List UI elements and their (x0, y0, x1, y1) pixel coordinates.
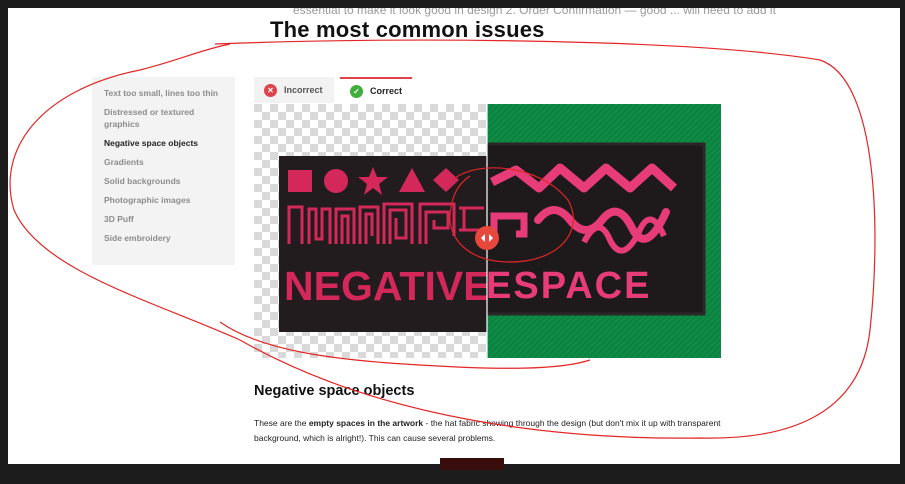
sidebar-item-negative-space[interactable]: Negative space objects (104, 137, 224, 149)
correct-artwork: ESPACE (486, 104, 721, 358)
partial-button[interactable] (440, 458, 504, 470)
incorrect-artwork: NEGATIVE (254, 104, 491, 358)
section-paragraph: These are the empty spaces in the artwor… (254, 416, 724, 446)
tab-incorrect-label: Incorrect (284, 85, 323, 95)
sidebar-item-photographic-images[interactable]: Photographic images (104, 194, 224, 206)
section-heading: Negative space objects (254, 383, 415, 399)
tab-incorrect[interactable]: ✕ Incorrect (254, 77, 334, 103)
comparison-image: NEGATIVE ESPACE (254, 104, 721, 358)
tab-correct-label: Correct (370, 86, 403, 96)
underlay-text: essential to make it look good in design… (293, 8, 776, 17)
page-title: The most common issues (270, 17, 545, 42)
incorrect-artwork-text: NEGATIVE (284, 263, 491, 309)
close-icon: ✕ (264, 83, 277, 97)
paragraph-text-start: These are the (254, 418, 309, 428)
before-after-comparison[interactable]: NEGATIVE ESPACE (254, 104, 721, 358)
sidebar-item-gradients[interactable]: Gradients (104, 156, 224, 168)
sidebar-item-distressed-graphics[interactable]: Distressed or textured graphics (104, 106, 224, 130)
check-icon: ✓ (350, 84, 363, 98)
tab-correct[interactable]: ✓ Correct (340, 77, 412, 103)
sidebar-item-text-too-small[interactable]: Text too small, lines too thin (104, 87, 224, 99)
comparison-slider-handle[interactable] (475, 226, 499, 250)
sidebar-item-side-embroidery[interactable]: Side embroidery (104, 232, 224, 244)
sidebar-item-3d-puff[interactable]: 3D Puff (104, 213, 224, 225)
sidebar-item-solid-backgrounds[interactable]: Solid backgrounds (104, 175, 224, 187)
correct-artwork-text: ESPACE (486, 265, 651, 307)
paragraph-emphasis: empty spaces in the artwork (308, 418, 424, 428)
web-page: essential to make it look good in design… (8, 8, 900, 464)
issues-sidebar: Text too small, lines too thin Distresse… (92, 77, 235, 265)
